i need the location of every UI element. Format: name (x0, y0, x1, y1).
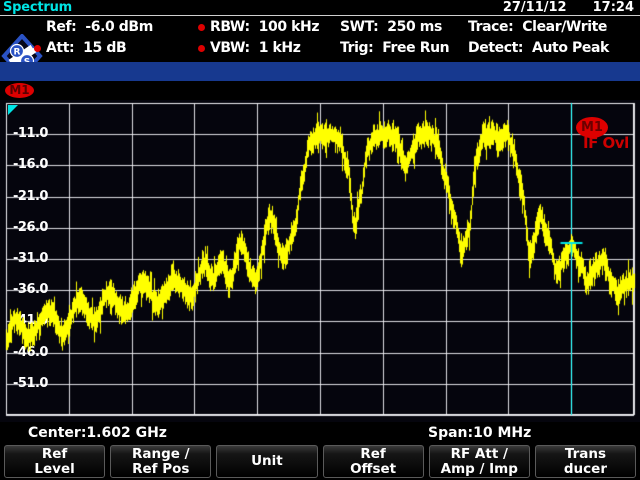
att-setting: Att: 15 dB (34, 38, 153, 59)
date-label: 27/11/12 (503, 0, 567, 15)
time-label: 17:24 (593, 0, 634, 15)
changed-dot-icon (198, 45, 205, 52)
mode-label: Spectrum (3, 0, 72, 15)
softkey-ref-level[interactable]: Ref Level (4, 445, 105, 478)
title-bar: Spectrum 27/11/12 17:24 (0, 0, 640, 16)
softkey-rf-att-amp-imp[interactable]: RF Att / Amp / Imp (429, 445, 530, 478)
frequency-axis-row: Center:1.602 GHz Span:10 MHz (0, 423, 640, 443)
span-label: Span:10 MHz (428, 423, 531, 443)
rbw-setting: RBW: 100 kHz (198, 17, 319, 38)
settings-col-bandwidth: RBW: 100 kHz VBW: 1 kHz (198, 17, 319, 59)
softkey-range-ref-pos[interactable]: Range / Ref Pos (110, 445, 211, 478)
trace-canvas (0, 100, 640, 422)
center-frequency-label: Center:1.602 GHz (28, 423, 167, 443)
spectrum-graph: -11.0-16.0-21.0-26.0-31.0-36.0-41.0-46.0… (0, 100, 640, 422)
marker-readout-bar: M1 1.606 GHz -28.4 dBm (0, 81, 640, 100)
swt-setting: SWT: 250 ms (340, 17, 449, 38)
ref-level-setting: Ref: -6.0 dBm (34, 17, 153, 38)
settings-col-trace: Trace: Clear/Write Detect: Auto Peak (468, 17, 609, 59)
marker-m1-badge: M1 (5, 83, 34, 98)
softkey-unit[interactable]: Unit (216, 445, 317, 478)
trig-setting: Trig: Free Run (340, 38, 449, 59)
marker-m1-flag[interactable]: M1 (576, 117, 608, 138)
changed-dot-icon (34, 45, 41, 52)
date-time: 27/11/12 17:24 (503, 0, 634, 15)
softkey-transducer[interactable]: Trans ducer (535, 445, 636, 478)
changed-dot-icon (198, 24, 205, 31)
center-frequency-bar: C 1.6059973523 GHz (0, 62, 640, 81)
vbw-setting: VBW: 1 kHz (198, 38, 319, 59)
settings-header: R S Ref: -6.0 dBm Att: 15 dB RBW: 100 kH… (0, 16, 640, 61)
ref-position-icon (8, 105, 18, 115)
softkey-ref-offset[interactable]: Ref Offset (323, 445, 424, 478)
softkey-bar: Ref LevelRange / Ref PosUnitRef OffsetRF… (0, 445, 640, 478)
settings-col-sweep: SWT: 250 ms Trig: Free Run (340, 17, 449, 59)
trace-setting: Trace: Clear/Write (468, 17, 609, 38)
detect-setting: Detect: Auto Peak (468, 38, 609, 59)
settings-col-level: Ref: -6.0 dBm Att: 15 dB (34, 17, 153, 59)
svg-text:R: R (14, 48, 21, 58)
